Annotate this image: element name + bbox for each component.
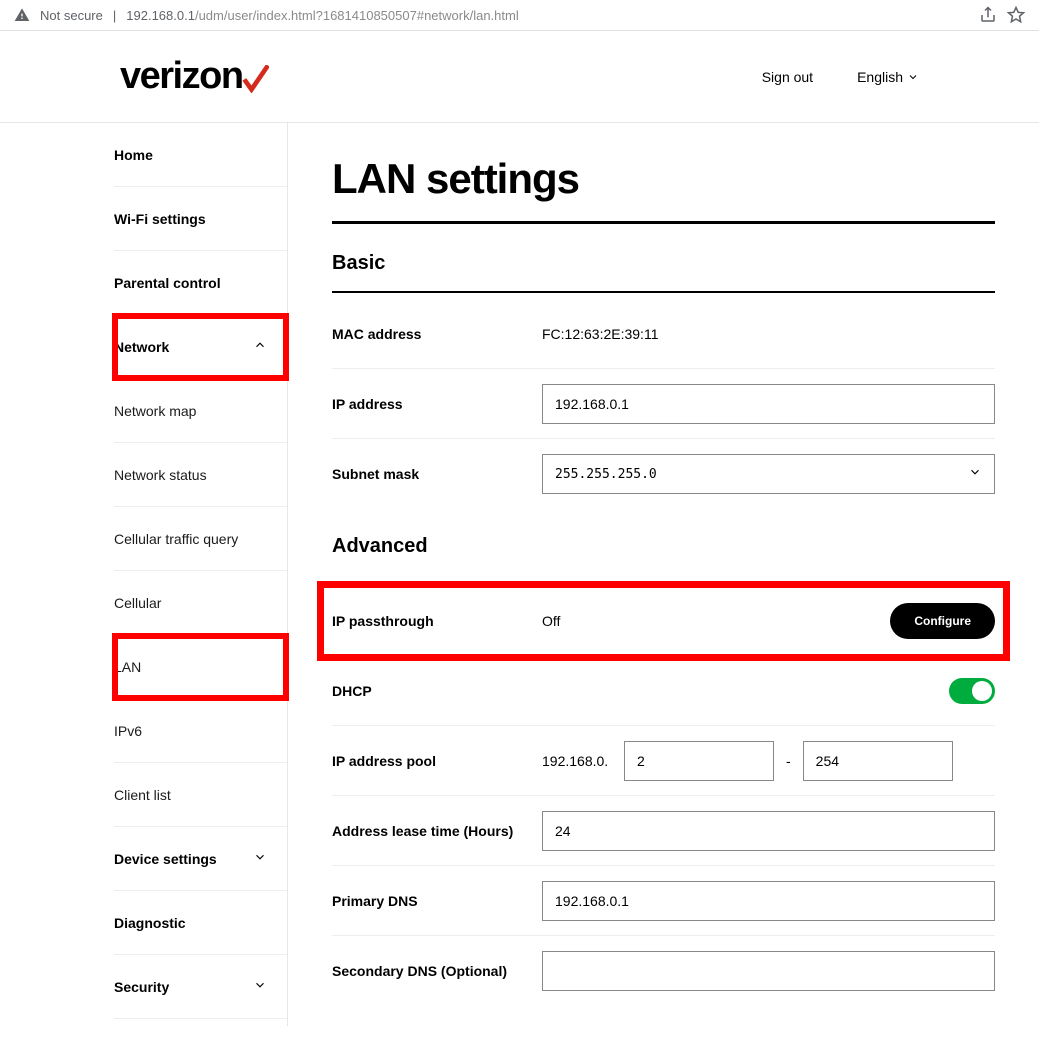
- label-lease-time: Address lease time (Hours): [332, 823, 542, 839]
- sidebar-item-network[interactable]: Network: [114, 315, 287, 379]
- row-dhcp: DHCP: [332, 656, 995, 726]
- configure-button[interactable]: Configure: [890, 603, 995, 639]
- security-status-text: Not secure: [40, 8, 103, 23]
- section-title-basic: Basic: [332, 252, 995, 275]
- sidebar-subitem-ipv6[interactable]: IPv6: [114, 699, 287, 763]
- pool-start-input[interactable]: [624, 741, 774, 781]
- row-secondary-dns: Secondary DNS (Optional): [332, 936, 995, 1006]
- sidebar-item-label: Security: [114, 979, 169, 995]
- label-subnet-mask: Subnet mask: [332, 466, 542, 482]
- section-title-advanced: Advanced: [332, 535, 995, 558]
- sidebar-subitem-lan[interactable]: LAN: [114, 635, 287, 699]
- row-ip-address: IP address: [332, 369, 995, 439]
- sidebar-item-device-settings[interactable]: Device settings: [114, 827, 287, 891]
- sidebar-subitem-cellular-traffic-query[interactable]: Cellular traffic query: [114, 507, 287, 571]
- language-selector[interactable]: English: [857, 69, 919, 85]
- label-secondary-dns: Secondary DNS (Optional): [332, 963, 542, 979]
- browser-address-bar: Not secure | 192.168.0.1/udm/user/index.…: [0, 0, 1039, 31]
- sidebar-item-wifi-settings[interactable]: Wi-Fi settings: [114, 187, 287, 251]
- page-title: LAN settings: [332, 155, 995, 203]
- row-primary-dns: Primary DNS: [332, 866, 995, 936]
- pool-end-input[interactable]: [803, 741, 953, 781]
- row-lease-time: Address lease time (Hours): [332, 796, 995, 866]
- divider: [332, 221, 995, 224]
- pool-prefix: 192.168.0.: [542, 753, 612, 769]
- sidebar-item-security[interactable]: Security: [114, 955, 287, 1019]
- label-primary-dns: Primary DNS: [332, 893, 542, 909]
- verizon-check-icon: [243, 65, 269, 98]
- sidebar-subitem-network-map[interactable]: Network map: [114, 379, 287, 443]
- label-ip-address: IP address: [332, 396, 542, 412]
- sidebar-subitem-cellular[interactable]: Cellular: [114, 571, 287, 635]
- secondary-dns-input[interactable]: [542, 951, 995, 991]
- sidebar-nav: Home Wi-Fi settings Parental control Net…: [0, 123, 288, 1026]
- url-text[interactable]: 192.168.0.1/udm/user/index.html?16814108…: [126, 8, 969, 23]
- sidebar-item-label: Network: [114, 339, 169, 355]
- insecure-warning-icon: [14, 7, 30, 23]
- sidebar-subitem-client-list[interactable]: Client list: [114, 763, 287, 827]
- verizon-logo: verizon: [120, 55, 269, 98]
- value-mac-address: FC:12:63:2E:39:11: [542, 326, 995, 342]
- share-icon[interactable]: [979, 6, 997, 24]
- sidebar-item-label: Device settings: [114, 851, 217, 867]
- chevron-down-icon: [907, 71, 919, 83]
- address-bar-divider: |: [113, 8, 116, 23]
- sidebar-subitem-network-status[interactable]: Network status: [114, 443, 287, 507]
- value-ip-passthrough: Off: [542, 613, 890, 629]
- app-header: verizon Sign out English: [0, 31, 1039, 123]
- ip-address-input[interactable]: [542, 384, 995, 424]
- label-dhcp: DHCP: [332, 683, 542, 699]
- label-mac-address: MAC address: [332, 326, 542, 342]
- sidebar-item-home[interactable]: Home: [114, 123, 287, 187]
- toggle-knob: [972, 681, 992, 701]
- divider: [332, 291, 995, 293]
- pool-dash: -: [786, 753, 791, 769]
- chevron-down-icon: [253, 978, 277, 995]
- lease-time-input[interactable]: [542, 811, 995, 851]
- label-ip-address-pool: IP address pool: [332, 753, 542, 769]
- sidebar-item-diagnostic[interactable]: Diagnostic: [114, 891, 287, 955]
- chevron-down-icon: [968, 465, 982, 483]
- sidebar-item-parental-control[interactable]: Parental control: [114, 251, 287, 315]
- signout-link[interactable]: Sign out: [762, 69, 813, 85]
- row-subnet-mask: Subnet mask 255.255.255.0: [332, 439, 995, 509]
- dhcp-toggle[interactable]: [949, 678, 995, 704]
- chevron-down-icon: [253, 850, 277, 867]
- label-ip-passthrough: IP passthrough: [332, 613, 542, 629]
- subnet-mask-select[interactable]: 255.255.255.0: [542, 454, 995, 494]
- main-content: LAN settings Basic MAC address FC:12:63:…: [288, 123, 1039, 1026]
- row-ip-address-pool: IP address pool 192.168.0. -: [332, 726, 995, 796]
- bookmark-star-icon[interactable]: [1007, 6, 1025, 24]
- row-ip-passthrough: IP passthrough Off Configure: [322, 586, 1005, 656]
- row-mac-address: MAC address FC:12:63:2E:39:11: [332, 299, 995, 369]
- brand-text: verizon: [120, 55, 243, 98]
- chevron-up-icon: [253, 338, 277, 355]
- primary-dns-input[interactable]: [542, 881, 995, 921]
